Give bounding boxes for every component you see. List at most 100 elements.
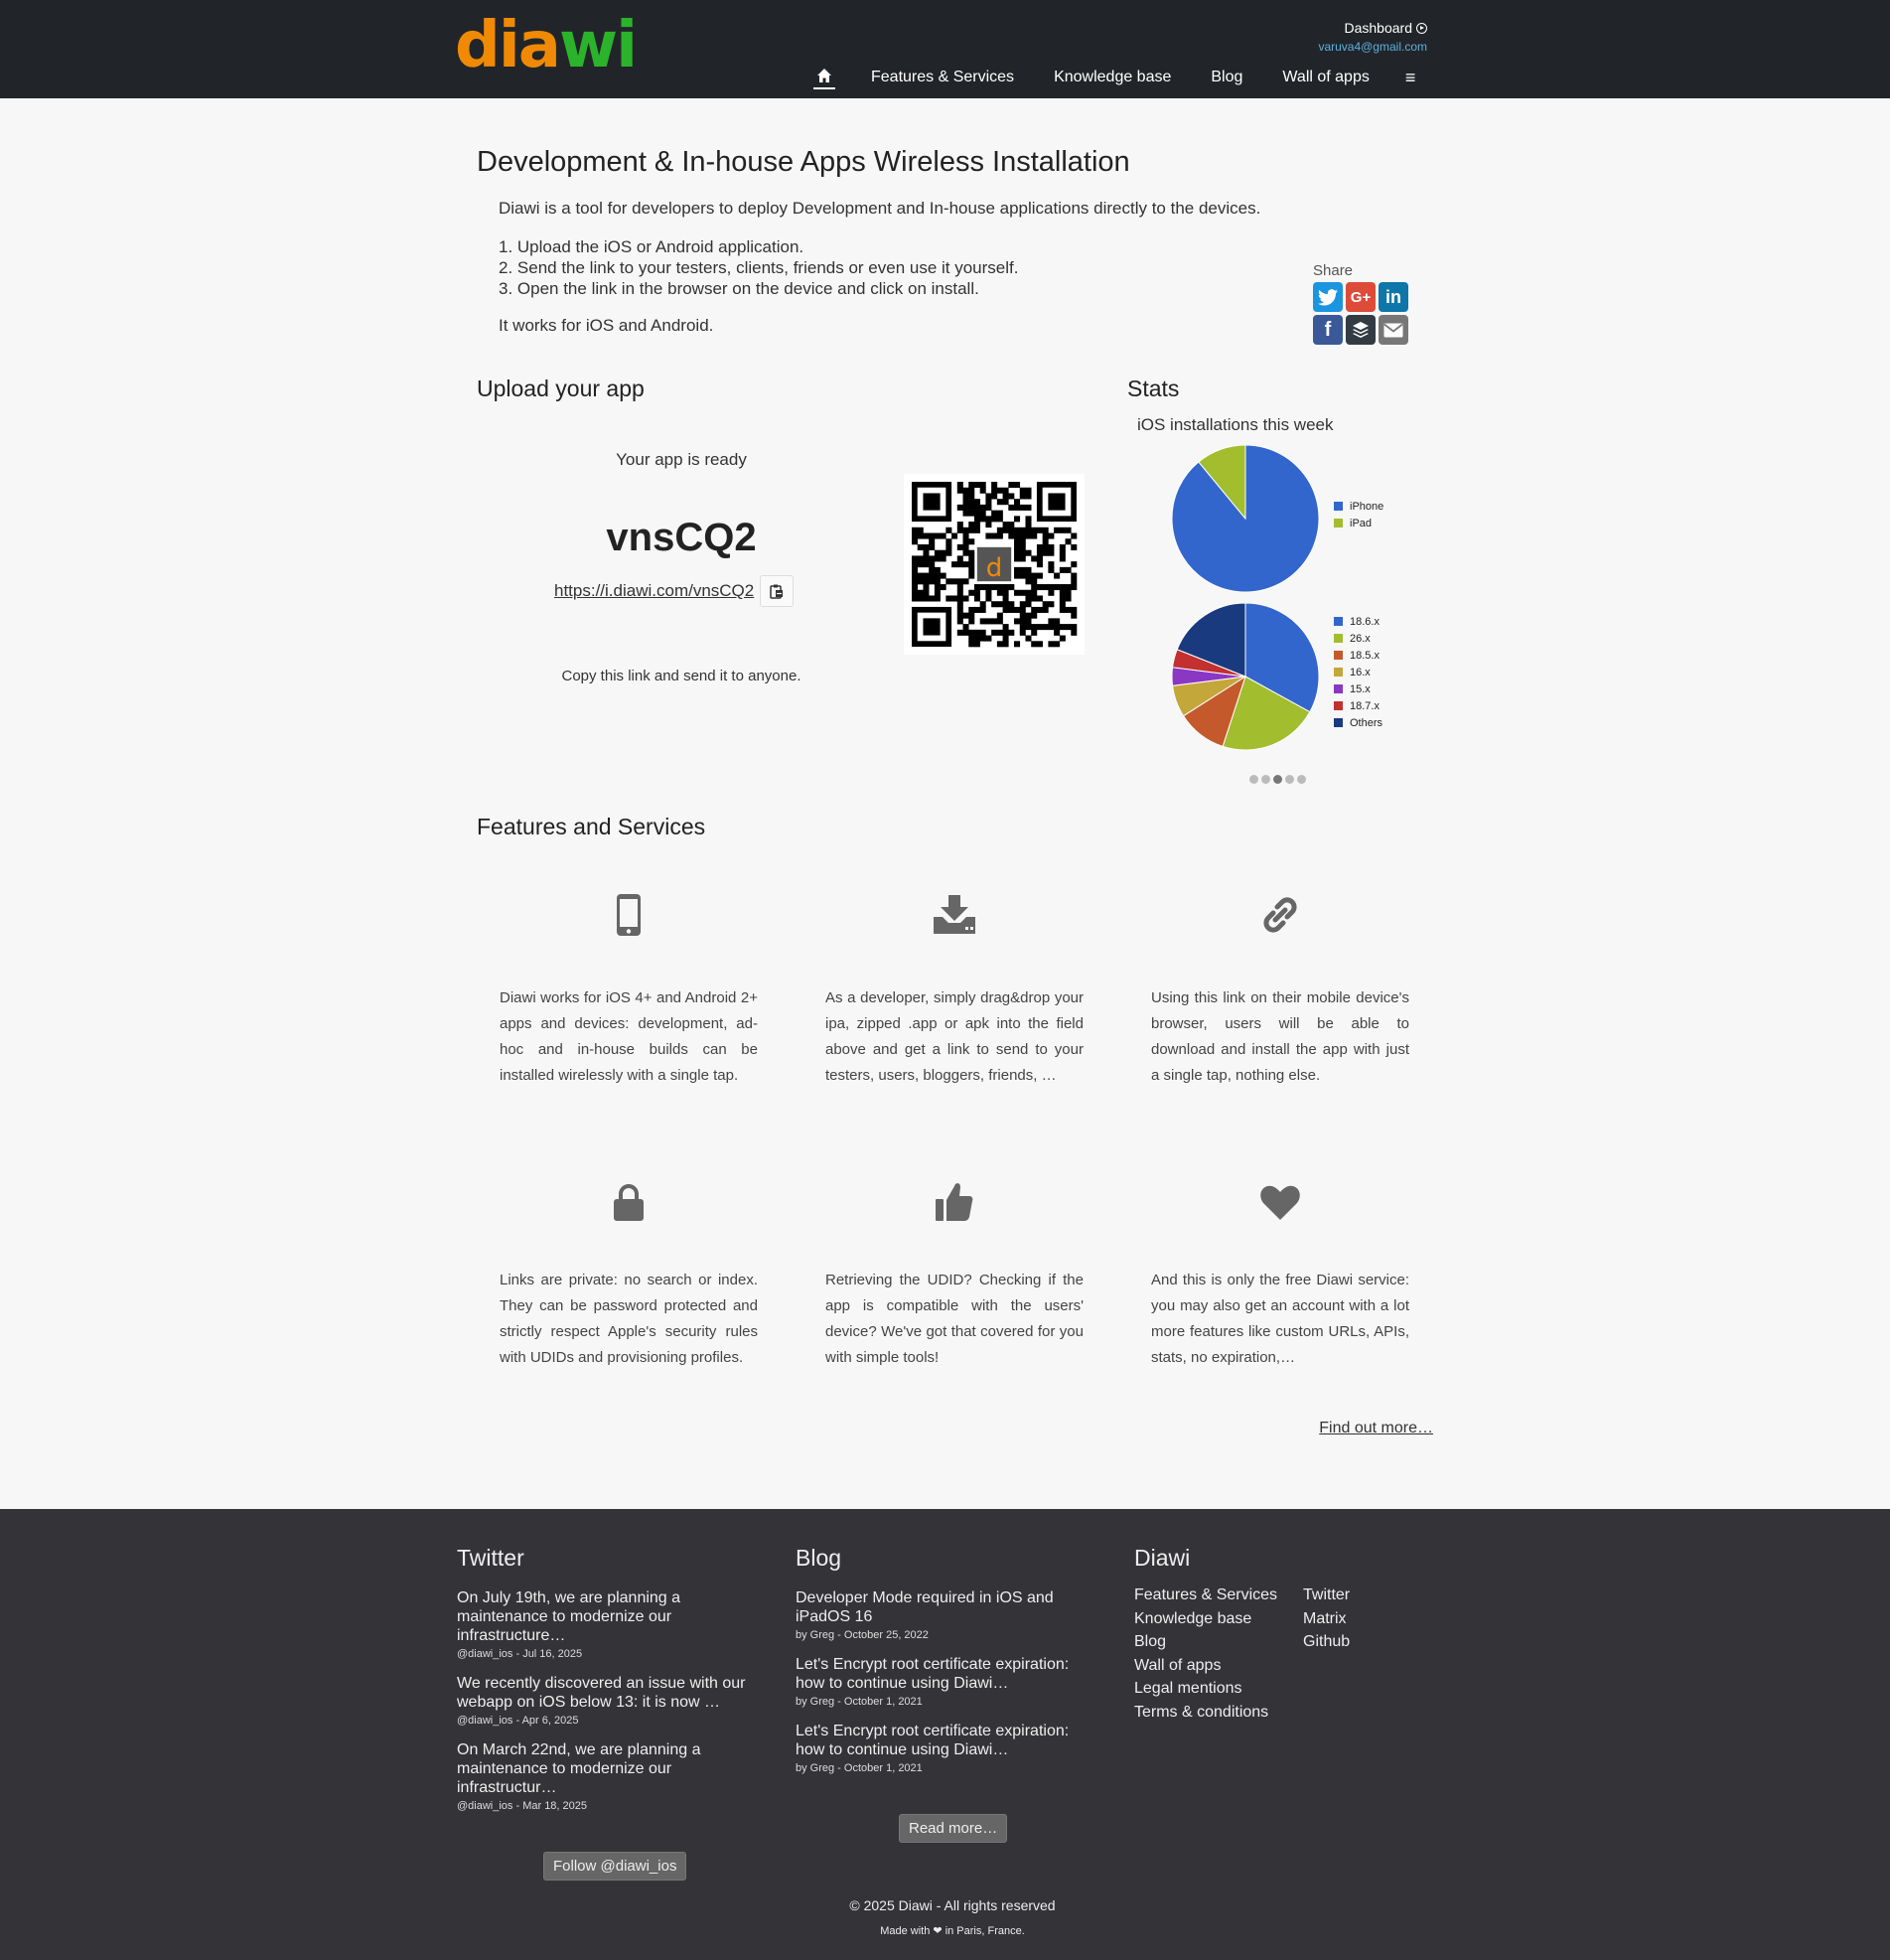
carousel-dot[interactable] (1273, 775, 1282, 784)
user-email[interactable]: varuva4@gmail.com (1318, 40, 1427, 54)
device-pie-chart (1171, 445, 1320, 593)
carousel-dot[interactable] (1297, 775, 1306, 784)
chart-carousel-dots (1249, 775, 1306, 784)
copy-link-button[interactable] (760, 575, 795, 607)
diawi-logo[interactable]: diawi (455, 14, 638, 77)
legend-label: iPhone (1350, 500, 1384, 513)
nav-wall-of-apps[interactable]: Wall of apps (1282, 69, 1369, 86)
blog-post-item[interactable]: Let's Encrypt root certificate expiratio… (796, 1722, 1093, 1774)
legend-label: 18.7.x (1350, 699, 1380, 712)
made-with-text: Made with ❤ in Paris, France. (0, 1924, 1890, 1937)
step-1: 1. Upload the iOS or Android application… (499, 237, 804, 256)
footer-twitter-column: Twitter On July 19th, we are planning a … (457, 1545, 755, 1826)
ios-version-legend: 18.6.x 26.x 18.5.x 16.x 15.x 18.7.x Others (1334, 613, 1382, 731)
intro-description: Diawi is a tool for developers to deploy… (499, 199, 1261, 218)
footer-link-github[interactable]: Github (1303, 1630, 1402, 1654)
tweet-item[interactable]: On March 22nd, we are planning a mainten… (457, 1740, 755, 1812)
platforms-text: It works for iOS and Android. (499, 316, 714, 335)
footer-link-blog[interactable]: Blog (1134, 1630, 1303, 1654)
google-plus-share-button[interactable]: G+ (1346, 282, 1376, 312)
find-out-more-link[interactable]: Find out more… (1319, 1420, 1433, 1437)
app-code: vnsCQ2 (606, 516, 757, 559)
app-install-link[interactable]: https://i.diawi.com/vnsCQ2 (554, 581, 754, 601)
legend-item: Others (1334, 714, 1382, 731)
chart-title: iOS installations this week (1137, 415, 1334, 434)
legend-swatch (1334, 718, 1343, 727)
legend-item: 18.6.x (1334, 613, 1382, 630)
twitter-share-button[interactable] (1313, 282, 1343, 312)
footer-diawi-column: Diawi Features & Services Knowledge base… (1134, 1545, 1402, 1724)
qr-code: d (904, 474, 1085, 655)
legend-item: 16.x (1334, 664, 1382, 680)
email-share-button[interactable] (1379, 315, 1408, 345)
feature-text: As a developer, simply drag&drop your ip… (825, 989, 1084, 1084)
buffer-share-button[interactable] (1346, 315, 1376, 345)
buffer-icon (1353, 322, 1369, 338)
tweet-meta: @diawi_ios - Apr 6, 2025 (457, 1715, 579, 1727)
steps-list: 1. Upload the iOS or Android application… (499, 236, 1018, 299)
carousel-dot[interactable] (1285, 775, 1294, 784)
legend-label: Others (1350, 716, 1383, 729)
footer-link-wall-of-apps[interactable]: Wall of apps (1134, 1654, 1303, 1678)
thumbs-up-icon (936, 1183, 973, 1221)
blog-post-title: Developer Mode required in iOS and iPadO… (796, 1589, 1054, 1625)
legend-swatch (1334, 701, 1343, 710)
feature-text: Retrieving the UDID? Checking if the app… (825, 1272, 1084, 1366)
made-with-prefix: Made with (880, 1925, 931, 1937)
legend-swatch (1334, 519, 1343, 528)
download-tray-icon (934, 895, 975, 934)
upload-heading: Upload your app (477, 376, 645, 401)
features-heading: Features and Services (477, 814, 706, 839)
nav-knowledge-base[interactable]: Knowledge base (1054, 69, 1171, 86)
carousel-dot[interactable] (1261, 775, 1270, 784)
tweet-meta: @diawi_ios - Jul 16, 2025 (457, 1648, 583, 1660)
tweet-item[interactable]: We recently discovered an issue with our… (457, 1674, 755, 1727)
page-title: Development & In-house Apps Wireless Ins… (477, 146, 1130, 178)
footer-link-twitter[interactable]: Twitter (1303, 1583, 1402, 1607)
blog-post-item[interactable]: Developer Mode required in iOS and iPadO… (796, 1588, 1093, 1641)
legend-label: 16.x (1350, 666, 1371, 678)
play-circle-icon (1416, 22, 1427, 34)
footer-link-matrix[interactable]: Matrix (1303, 1607, 1402, 1631)
footer-link-legal-mentions[interactable]: Legal mentions (1134, 1677, 1303, 1701)
nav-blog[interactable]: Blog (1211, 69, 1242, 86)
qr-code-image: d (912, 482, 1078, 648)
follow-twitter-button[interactable]: Follow @diawi_ios (543, 1852, 687, 1881)
feature-text: And this is only the free Diawi service:… (1151, 1272, 1409, 1366)
dashboard-link[interactable]: Dashboard (1344, 20, 1427, 36)
footer-blog-column: Blog Developer Mode required in iOS and … (796, 1545, 1093, 1788)
read-more-button[interactable]: Read more… (899, 1814, 1008, 1843)
account-area: Dashboard varuva4@gmail.com (1318, 20, 1427, 54)
blog-post-title: Let's Encrypt root certificate expiratio… (796, 1723, 1070, 1758)
nav-features-services[interactable]: Features & Services (871, 69, 1014, 86)
legend-item: 18.5.x (1334, 647, 1382, 664)
blog-post-meta: by Greg - October 1, 2021 (796, 1696, 923, 1708)
legend-label: 18.6.x (1350, 615, 1380, 628)
tweet-item[interactable]: On July 19th, we are planning a maintena… (457, 1588, 755, 1660)
tweet-meta: @diawi_ios - Mar 18, 2025 (457, 1800, 588, 1812)
footer-link-knowledge-base[interactable]: Knowledge base (1134, 1607, 1303, 1631)
logo-text-orange: dia (455, 9, 561, 82)
legend-label: 15.x (1350, 682, 1371, 695)
share-box: Share G+ in f (1313, 262, 1408, 345)
linkedin-share-button[interactable]: in (1379, 282, 1408, 312)
legend-swatch (1334, 668, 1343, 677)
tweet-text: On July 19th, we are planning a maintena… (457, 1589, 681, 1644)
legend-item: iPad (1334, 515, 1383, 531)
legend-swatch (1334, 651, 1343, 660)
dashboard-label: Dashboard (1344, 20, 1413, 36)
home-nav-item[interactable] (813, 66, 835, 89)
legend-label: iPad (1350, 517, 1373, 529)
menu-hamburger-icon[interactable]: ≡ (1405, 68, 1416, 88)
app-ready-text: Your app is ready (616, 450, 747, 469)
facebook-share-button[interactable]: f (1313, 315, 1343, 345)
carousel-dot[interactable] (1249, 775, 1258, 784)
footer-link-features-services[interactable]: Features & Services (1134, 1583, 1303, 1607)
share-label: Share (1313, 262, 1354, 279)
made-with-suffix: in Paris, France. (945, 1925, 1025, 1937)
footer-link-terms[interactable]: Terms & conditions (1134, 1701, 1303, 1725)
blog-post-item[interactable]: Let's Encrypt root certificate expiratio… (796, 1655, 1093, 1708)
legend-swatch (1334, 502, 1343, 511)
legend-swatch (1334, 617, 1343, 626)
device-legend: iPhone iPad (1334, 498, 1383, 531)
